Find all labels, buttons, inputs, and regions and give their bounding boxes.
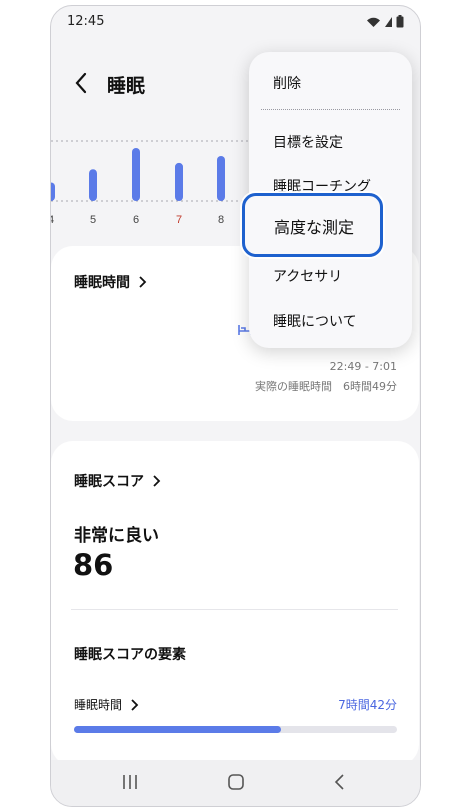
home-icon[interactable] — [227, 773, 245, 791]
chart-bar-8 — [217, 155, 225, 201]
menu-item-delete[interactable]: 削除 — [273, 73, 301, 93]
sleep-score-link[interactable]: 睡眠スコア — [74, 471, 161, 491]
signal-icon — [385, 16, 392, 27]
back-nav-icon[interactable] — [331, 773, 349, 791]
chevron-right-icon — [153, 475, 161, 487]
sleep-score-card: 睡眠スコア 非常に良い 86 睡眠スコアの要素 睡眠時間 7時間42分 — [51, 441, 419, 766]
wifi-icon — [367, 17, 380, 27]
phone-frame: 12:45 睡眠 4 5 6 7 8 睡眠時間 — [50, 5, 421, 807]
status-bar: 12:45 — [51, 6, 420, 40]
sleep-time-title: 睡眠時間 — [74, 275, 130, 291]
sleep-range-text: 22:49 - 7:01 — [329, 360, 397, 373]
page-title: 睡眠 — [107, 75, 146, 97]
progress-track — [74, 726, 397, 733]
back-arrow-icon[interactable] — [71, 70, 93, 96]
menu-divider — [261, 109, 400, 110]
chart-tick-label: 5 — [90, 214, 96, 226]
score-factors-title: 睡眠スコアの要素 — [74, 647, 186, 663]
menu-item-accessories[interactable]: アクセサリ — [273, 266, 342, 286]
factor-label: 睡眠時間 — [74, 698, 123, 712]
menu-item-set-goal[interactable]: 目標を設定 — [273, 132, 343, 152]
chart-tick-label: 6 — [133, 214, 139, 226]
sleep-time-link[interactable]: 睡眠時間 — [74, 272, 147, 292]
factor-value: 7時間42分 — [338, 698, 397, 712]
factor-row-sleep-time: 睡眠時間 7時間42分 — [74, 696, 397, 713]
status-time: 12:45 — [67, 14, 105, 29]
menu-item-advanced-measurement[interactable]: 高度な測定 — [242, 193, 383, 257]
chart-tick-label: 7 — [176, 214, 182, 226]
chart-bar-7 — [175, 162, 183, 201]
chevron-right-icon — [131, 698, 139, 711]
battery-icon — [396, 15, 404, 28]
chart-bar-5 — [89, 169, 97, 201]
factor-sleep-time-link[interactable]: 睡眠時間 — [74, 696, 139, 713]
chart-tick-label: 8 — [218, 214, 224, 226]
score-rating: 非常に良い — [74, 526, 159, 546]
navigation-bar — [51, 760, 420, 806]
status-icons — [366, 15, 404, 28]
sleep-score-title: 睡眠スコア — [74, 474, 144, 490]
recent-apps-icon[interactable] — [121, 773, 139, 791]
divider — [71, 609, 398, 610]
score-value: 86 — [73, 548, 114, 582]
chart-svg: 4 5 6 7 8 — [51, 140, 251, 226]
actual-sleep-text: 実際の睡眠時間 6時間49分 — [255, 380, 397, 393]
chart-bar-6 — [132, 148, 140, 201]
chart-bar-4 — [51, 182, 55, 201]
progress-fill — [74, 726, 281, 733]
chevron-right-icon — [139, 276, 147, 288]
chart-tick-label: 4 — [51, 214, 54, 226]
menu-item-about-sleep[interactable]: 睡眠について — [273, 311, 357, 331]
advanced-measurement-label: 高度な測定 — [274, 218, 355, 237]
